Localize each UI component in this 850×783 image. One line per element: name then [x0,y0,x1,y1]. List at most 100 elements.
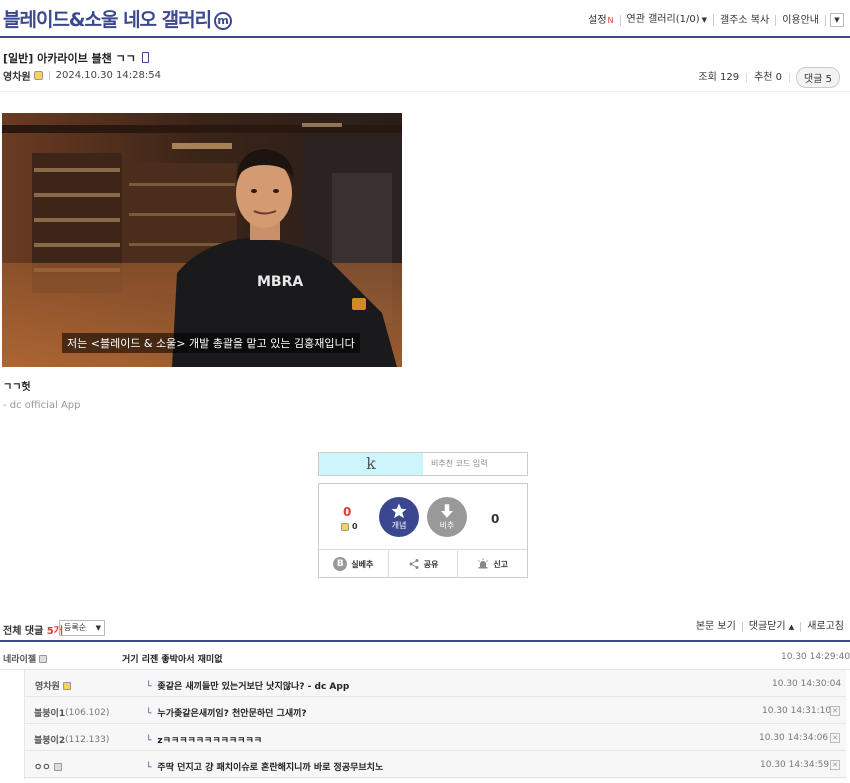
delete-icon[interactable]: ✕ [830,733,840,743]
reply-arrow-icon: └ [146,736,152,746]
post-date: 2024.10.30 14:28:54 [55,70,161,81]
vote-top: 0 0 개념 비추 0 [319,484,527,550]
captcha-logo: k [319,453,423,475]
comment-nick[interactable]: 블붕이2 (112.133) [34,733,110,747]
downvote-label: 비추 [439,521,455,530]
gallery-header: 블레이드&소울 네오 갤러리 m 설정N 연관 갤러리(1/0) ▼ 갤주소 복사 … [0,0,850,38]
real-best-button[interactable]: B 실베추 [319,550,389,578]
related-gallery-link[interactable]: 연관 갤러리(1/0) ▼ [621,14,714,26]
gallery-title-text[interactable]: 블레이드&소울 네오 갤러리 [3,9,212,31]
mobile-icon [141,52,149,63]
vote-box: 0 0 개념 비추 0 B 실베추 공유 신고 [318,483,528,578]
fixnick-upvote-count: 0 [352,522,358,531]
post-header: [일반] 아카라이브 블챈 ㄱㄱ 영차원 2024.10.30 14:28:54… [0,44,850,92]
reply-row: 블붕이1 (106.102) └ 누가좆같은새끼임? 천안문하던 그새끼? 10.3… [24,697,846,724]
post-stats: 조회 129 추천 0 댓글 5 [691,67,840,88]
caret-down-icon: ▼ [95,624,101,632]
embedded-video[interactable]: MBRA 저는 <블레이드 & 소울> 개발 총괄을 맡고 있는 김홍재입니다 [2,113,402,367]
comment-row: 네라이젤 거기 리젠 좋박아서 재미없 10.30 14:29:40 [0,643,850,670]
fixed-nick-icon [62,681,71,690]
comment-nick[interactable]: 블붕이1 (106.102) [34,706,110,720]
close-comments-link[interactable]: 댓글닫기 ▲ [743,621,802,632]
top-nav: 설정N 연관 갤러리(1/0) ▼ 갤주소 복사 이용안내 ▼ [582,13,844,27]
upvote-button[interactable]: 개념 [379,497,419,537]
fixnick-upvote: 0 [341,522,358,531]
refresh-link[interactable]: 새로고침 [801,622,844,632]
comment-count-button[interactable]: 댓글 5 [796,67,840,88]
related-gallery-label: 연관 갤러리(1/0) [626,14,700,25]
comment-nick[interactable]: 네라이젤 [3,652,48,665]
caret-up-icon: ▲ [788,623,795,631]
comment-nick-text: 네라이젤 [3,655,37,665]
share-label: 공유 [423,559,439,569]
upvote-label: 개념 [391,521,407,530]
comment-text-body: 주딱 던지고 걍 패치이슈로 혼란해지니까 바로 정공무브치노 [157,763,384,773]
post-title: [일반] 아카라이브 블챈 ㄱㄱ [3,50,149,66]
report-button[interactable]: 신고 [458,550,527,578]
comment-nick-text: 블붕이1 [34,709,66,719]
close-comments-label: 댓글닫기 [748,621,786,632]
comment-text-body: zㅋㅋㅋㅋㅋㅋㅋㅋㅋㅋㅋㅋ [157,736,263,746]
chevron-down-icon[interactable]: ▼ [830,13,844,27]
comment-actions: 본문 보기 댓글닫기 ▲ 새로고침 [690,622,844,632]
downvote-button[interactable]: 비추 [427,497,467,537]
post-body: ㄱㄱ헛 [3,382,31,393]
comment-time: 10.30 14:34:59 [760,760,830,770]
caret-down-icon: ▼ [701,16,707,24]
comment-time: 10.30 14:31:10 [762,706,832,716]
post-author[interactable]: 영차원 [3,68,31,83]
recommend-code-box: k 비추천 코드 입력 [318,452,528,476]
comment-nick-text: 블붕이2 [34,736,66,746]
comment-time: 10.30 14:29:40 [781,652,850,662]
minor-gallery-badge: m [214,12,233,30]
arrow-down-icon [441,504,453,518]
comment-time: 10.30 14:34:06 [759,733,829,743]
comment-text: └ 좆같은 새끼들만 있는거보단 낫지않나? - dc App [146,679,349,692]
sort-value: 등록순 [64,623,87,632]
comment-time: 10.30 14:30:04 [772,679,842,689]
comment-ip: (112.133) [65,734,110,745]
nick-icon [53,762,62,771]
b-icon: B [333,557,348,571]
comments-header: 전체 댓글 5개 등록순 ▼ 본문 보기 댓글닫기 ▲ 새로고침 [0,620,850,642]
comment-total: 전체 댓글 5개 [3,622,63,637]
comment-text-body: 좆같은 새끼들만 있는거보단 낫지않나? - dc App [157,682,350,692]
gallery-title[interactable]: 블레이드&소울 네오 갤러리 m [3,5,233,32]
post-title-text: [일반] 아카라이브 블챈 ㄱㄱ [3,52,136,65]
upvote-count: 0 [343,505,352,519]
comment-nick-text: 영차원 [35,682,60,692]
guide-link[interactable]: 이용안내 [776,14,826,26]
nick-icon [39,654,48,663]
reply-arrow-icon: └ [146,709,152,719]
settings-link[interactable]: 설정N [582,14,621,26]
comment-text: └ zㅋㅋㅋㅋㅋㅋㅋㅋㅋㅋㅋㅋ [146,733,262,746]
view-post-link[interactable]: 본문 보기 [690,622,743,632]
comment-nick[interactable]: ㅇㅇ [34,760,62,773]
video-subtitle: 저는 <블레이드 & 소울> 개발 총괄을 맡고 있는 김홍재입니다 [62,333,360,353]
reply-row: ㅇㅇ └ 주딱 던지고 걍 패치이슈로 혼란해지니까 바로 정공무브치노 10.3… [24,751,846,778]
fixed-nick-icon [33,71,43,80]
report-label: 신고 [493,559,509,569]
comment-text: 거기 리젠 좋박아서 재미없 [122,655,223,665]
share-icon [409,559,419,569]
view-count: 조회 129 [691,72,748,83]
comment-ip: (106.102) [65,707,110,718]
new-badge: N [607,15,614,25]
comment-nick-text: ㅇㅇ [34,763,51,773]
comment-sort-select[interactable]: 등록순 ▼ [59,620,105,636]
svg-text:MBRA: MBRA [257,274,303,290]
delete-icon[interactable]: ✕ [830,706,840,716]
comment-total-label: 전체 댓글 [3,626,44,637]
divider [48,71,50,80]
comment-nick[interactable]: 영차원 [35,679,71,692]
comment-text: └ 주딱 던지고 걍 패치이슈로 혼란해지니까 바로 정공무브치노 [146,760,383,773]
share-button[interactable]: 공유 [389,550,459,578]
fixed-nick-icon [341,522,349,531]
reply-arrow-icon: └ [146,763,152,773]
video-still-image: MBRA [2,113,402,367]
comment-text-body: 누가좆같은새끼임? 천안문하던 그새끼? [157,709,307,719]
copy-url-link[interactable]: 갤주소 복사 [714,14,777,26]
star-icon [391,503,407,519]
delete-icon[interactable]: ✕ [830,760,840,770]
recommend-code-input[interactable]: 비추천 코드 입력 [423,453,527,475]
